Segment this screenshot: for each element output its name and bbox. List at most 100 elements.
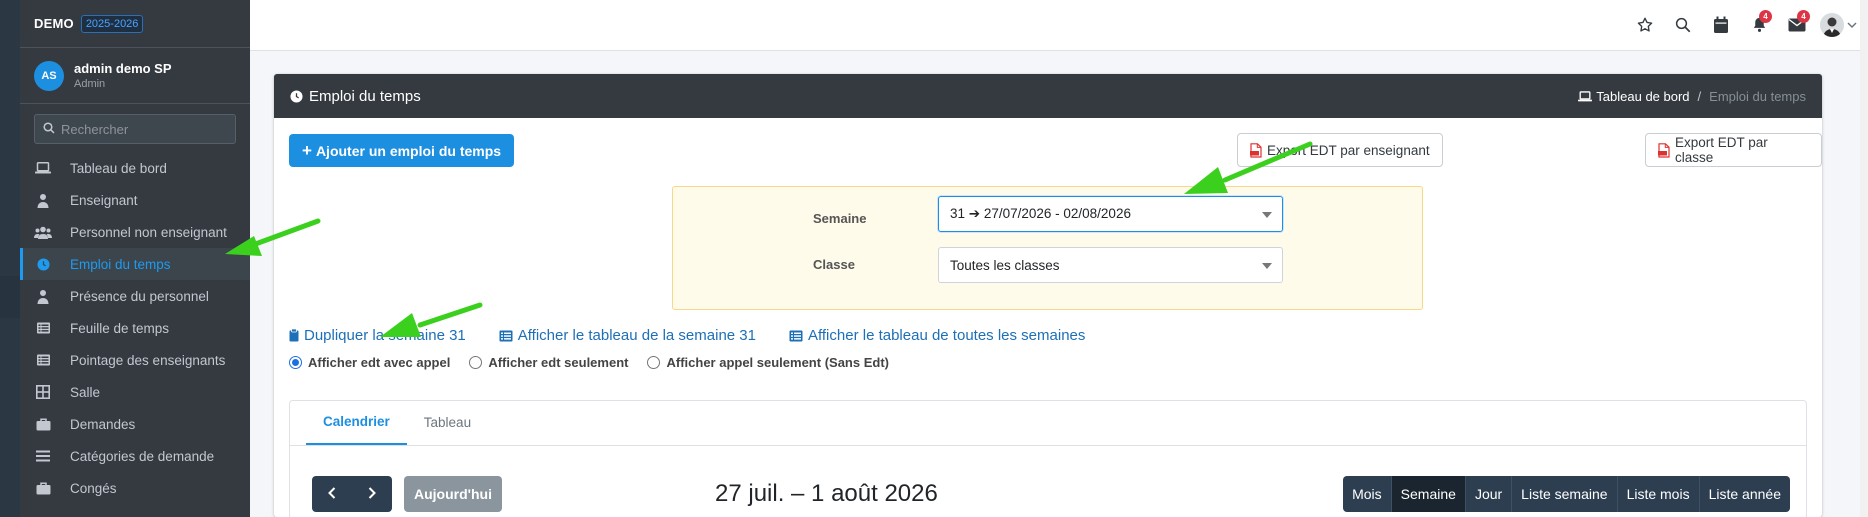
page-title: Emploi du temps [309,87,421,105]
next-button[interactable] [352,476,392,512]
sidebar-nav: Tableau de bord Enseignant Personnel non e… [20,152,250,504]
notification-count: 4 [1759,10,1772,23]
clock-icon [34,256,52,272]
radio-edt-only[interactable]: Afficher edt seulement [469,355,628,370]
show-all-weeks-link[interactable]: Afficher le tableau de toutes les semain… [789,327,1085,344]
teacher-icon [34,192,52,208]
users-icon [34,224,52,240]
breadcrumb-current: Emploi du temps [1709,88,1806,104]
clipboard-icon [289,329,299,342]
radio-call-only-label: Afficher appel seulement (Sans Edt) [666,355,889,370]
list-icon [34,352,52,368]
chevron-down-icon[interactable] [1844,12,1860,38]
scrollbar[interactable] [1860,0,1868,517]
view-button-jour[interactable]: Jour [1465,476,1513,512]
week-select[interactable]: 31 ➔ 27/07/2026 - 02/08/2026 [938,196,1283,232]
week-label: Semaine [813,211,867,226]
year-badge: 2025-2026 [80,14,144,33]
show-week-table-label: Afficher le tableau de la semaine 31 [517,327,756,344]
sidebar-item-label: Pointage des enseignants [70,352,226,368]
mail-icon[interactable]: 4 [1778,10,1816,38]
bars-icon [34,448,52,464]
search-input[interactable] [61,121,237,137]
laptop-icon [1578,90,1593,102]
calendar-toolbar: Aujourd'hui 27 juil. – 1 août 2026 Mois S… [312,476,1790,512]
add-timetable-button[interactable]: + Ajouter un emploi du temps [289,134,515,167]
radio-with-call-label: Afficher edt avec appel [308,355,451,370]
plus-icon: + [302,140,312,160]
user-role: Admin [74,78,106,90]
show-week-table-link[interactable]: Afficher le tableau de la semaine 31 [499,327,756,344]
sidebar-item-pointage-des-enseignants[interactable]: Pointage des enseignants [20,344,250,376]
export-class-button[interactable]: Export EDT par classe [1645,133,1822,167]
sidebar: DEMO 2025-2026 AS admin demo SP Admin Ta… [20,0,250,517]
prev-button[interactable] [312,476,352,512]
sidebar-item-conges[interactable]: Congés [20,472,250,504]
sidebar-item-label: Salle [70,384,101,400]
sidebar-item-label: Personnel non enseignant [70,224,227,240]
sidebar-item-emploi-du-temps[interactable]: Emploi du temps [20,248,250,280]
tab-table[interactable]: Tableau [407,400,488,445]
class-select[interactable]: Toutes les classes [938,247,1283,283]
view-button-mois[interactable]: Mois [1343,476,1392,512]
view-button-liste-mois[interactable]: Liste mois [1617,476,1700,512]
briefcase-icon [34,480,52,496]
radio-with-call[interactable]: Afficher edt avec appel [289,355,450,370]
radio-button[interactable] [647,356,661,369]
search-icon[interactable] [1664,12,1702,38]
user-check-icon [34,288,52,304]
card-header: Emploi du temps Tableau de bord / Emploi… [274,74,1822,118]
view-button-liste-semaine[interactable]: Liste semaine [1512,476,1618,512]
sidebar-item-label: Tableau de bord [70,160,167,176]
left-strip-selection [0,276,20,318]
calendar-icon[interactable] [1702,12,1740,38]
user-panel[interactable]: AS admin demo SP Admin [20,48,250,104]
sidebar-item-categories-de-demande[interactable]: Catégories de demande [20,440,250,472]
sidebar-item-personnel-non-enseignant[interactable]: Personnel non enseignant [20,216,250,248]
user-avatar-icon[interactable] [1820,13,1844,37]
bell-icon[interactable]: 4 [1740,10,1778,38]
sidebar-item-label: Catégories de demande [70,448,215,464]
sidebar-item-label: Enseignant [70,192,138,208]
week-select-value: 31 ➔ 27/07/2026 - 02/08/2026 [950,206,1131,221]
class-select-value: Toutes les classes [950,257,1060,273]
sidebar-item-tableau-de-bord[interactable]: Tableau de bord [20,152,250,184]
tab-calendar[interactable]: Calendrier [306,400,407,445]
breadcrumb-separator: / [1697,88,1702,104]
filter-panel: Semaine 31 ➔ 27/07/2026 - 02/08/2026 Cla… [672,186,1423,310]
sidebar-item-enseignant[interactable]: Enseignant [20,184,250,216]
radio-button-checked[interactable] [289,356,302,369]
view-tabs: Calendrier Tableau [290,401,1806,446]
add-timetable-label: Ajouter un emploi du temps [315,142,502,159]
today-button[interactable]: Aujourd'hui [404,476,502,512]
chevron-left-icon [328,486,336,502]
pdf-icon [1658,142,1670,158]
radio-button[interactable] [469,356,483,369]
list-icon [34,320,52,336]
briefcase-icon [34,416,52,432]
view-button-liste-annee[interactable]: Liste année [1699,476,1790,512]
timetable-card: Emploi du temps Tableau de bord / Emploi… [274,74,1822,517]
clock-icon [290,89,303,103]
sidebar-item-demandes[interactable]: Demandes [20,408,250,440]
avatar: AS [34,60,64,91]
radio-call-only[interactable]: Afficher appel seulement (Sans Edt) [647,355,889,370]
pdf-icon [1250,142,1262,158]
export-teacher-button[interactable]: Export EDT par enseignant [1237,133,1443,167]
breadcrumb-home[interactable]: Tableau de bord [1596,89,1689,104]
sidebar-item-presence-du-personnel[interactable]: Présence du personnel [20,280,250,312]
duplicate-week-link[interactable]: Dupliquer la semaine 31 [289,327,466,344]
export-teacher-label: Export EDT par enseignant [1267,142,1430,158]
caret-down-icon [1262,263,1272,269]
sidebar-item-label: Congés [70,480,117,496]
list-icon [499,330,513,342]
sidebar-item-label: Présence du personnel [70,288,209,304]
sidebar-item-feuille-de-temps[interactable]: Feuille de temps [20,312,250,344]
view-button-semaine[interactable]: Semaine [1391,476,1466,512]
calendar-title: 27 juil. – 1 août 2026 [715,480,938,507]
breadcrumb: Tableau de bord / Emploi du temps [1578,89,1806,104]
brand[interactable]: DEMO 2025-2026 [20,0,250,48]
sidebar-item-salle[interactable]: Salle [20,376,250,408]
action-links: Dupliquer la semaine 31 Afficher le tabl… [289,327,1118,344]
star-icon[interactable] [1626,12,1664,38]
